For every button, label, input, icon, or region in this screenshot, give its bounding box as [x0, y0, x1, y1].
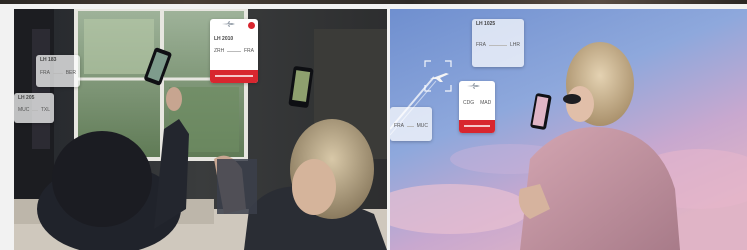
flight-card: LH 205 MUC TXL [14, 93, 54, 123]
plane-icon [467, 83, 480, 89]
route-arrow-icon [407, 126, 414, 128]
flight-card: LH 1025 FRA LHR [472, 19, 524, 67]
route-arrow-icon [32, 110, 38, 112]
photo-sky-ar-flights: LH 1025 FRA LHR FRA MUC CDG MAD [390, 9, 747, 250]
flight-card: FRA MUC [390, 107, 432, 141]
card-red-band [459, 120, 495, 133]
status-badge [248, 22, 255, 29]
route-arrow-icon [53, 73, 63, 75]
route-arrow-icon [489, 45, 507, 47]
route-arrow-icon [227, 51, 241, 53]
flight-card-highlighted: CDG MAD [459, 81, 495, 133]
card-red-band [210, 70, 258, 83]
flight-card: LH 183 FRA BER [36, 55, 80, 87]
photo-living-room-ar-flights: LH 183 FRA BER LH 205 MUC TXL LH 2010 ZR… [14, 9, 387, 250]
sky-scene [390, 9, 747, 250]
plane-icon [222, 21, 235, 27]
living-room-scene [14, 9, 387, 250]
flight-card-highlighted: LH 2010 ZRH FRA [210, 19, 258, 83]
